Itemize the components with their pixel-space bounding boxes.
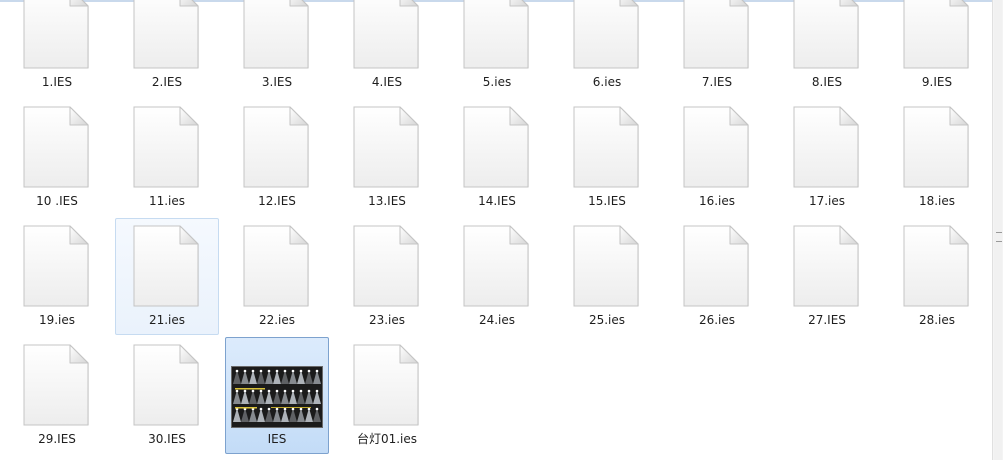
file-name-label: 7.IES — [701, 75, 733, 89]
scrollbar-thumb[interactable] — [994, 0, 1002, 460]
file-item[interactable]: 13.IES — [335, 99, 439, 216]
blank-file-icon — [463, 0, 529, 69]
blank-file-icon — [133, 0, 199, 69]
image-thumbnail-icon — [231, 366, 323, 428]
blank-file-icon — [23, 106, 89, 188]
file-browser-view: 1.IES 2.IES 3.IES 4.IES 5.ies 6.ies 7.IES 8.IES… — [0, 0, 1003, 460]
file-name-label: 24.ies — [478, 313, 516, 327]
file-item[interactable]: 12.IES — [225, 99, 329, 216]
file-item[interactable]: 2.IES — [115, 0, 219, 97]
file-name-label: 25.ies — [588, 313, 626, 327]
file-item[interactable]: 24.ies — [445, 218, 549, 335]
file-name-label: 28.ies — [918, 313, 956, 327]
file-item[interactable]: 16.ies — [665, 99, 769, 216]
file-item[interactable]: IES — [225, 337, 329, 454]
file-name-label: 2.IES — [151, 75, 183, 89]
file-item[interactable]: 17.ies — [775, 99, 879, 216]
file-item[interactable]: 30.IES — [115, 337, 219, 454]
blank-file-icon — [243, 106, 309, 188]
blank-file-icon — [353, 225, 419, 307]
blank-file-icon — [133, 225, 199, 307]
scrollbar-grip-icon — [996, 232, 1002, 242]
blank-file-icon — [573, 106, 639, 188]
blank-file-icon — [463, 106, 529, 188]
blank-file-icon — [463, 225, 529, 307]
file-name-label: 29.IES — [38, 432, 76, 446]
blank-file-icon — [243, 0, 309, 69]
blank-file-icon — [903, 225, 969, 307]
file-item[interactable]: 9.IES — [885, 0, 989, 97]
file-name-label: 10 .IES — [36, 194, 78, 208]
blank-file-icon — [683, 106, 749, 188]
file-name-label: 16.ies — [698, 194, 736, 208]
blank-file-icon — [573, 0, 639, 69]
blank-file-icon — [793, 0, 859, 69]
blank-file-icon — [903, 106, 969, 188]
blank-file-icon — [793, 106, 859, 188]
file-item[interactable]: 6.ies — [555, 0, 659, 97]
file-item[interactable]: 14.IES — [445, 99, 549, 216]
file-name-label: 5.ies — [482, 75, 512, 89]
file-item[interactable]: 8.IES — [775, 0, 879, 97]
file-item[interactable]: 23.ies — [335, 218, 439, 335]
file-item[interactable]: 1.IES — [5, 0, 109, 97]
file-item[interactable]: 台灯01.ies — [335, 337, 439, 454]
file-item[interactable]: 4.IES — [335, 0, 439, 97]
file-name-label: 26.ies — [698, 313, 736, 327]
file-item[interactable]: 22.ies — [225, 218, 329, 335]
file-name-label: 13.IES — [368, 194, 406, 208]
vertical-scrollbar[interactable] — [992, 0, 1003, 460]
file-item[interactable]: 28.ies — [885, 218, 989, 335]
file-name-label: 台灯01.ies — [356, 432, 418, 446]
file-item[interactable]: 29.IES — [5, 337, 109, 454]
blank-file-icon — [683, 225, 749, 307]
file-name-label: 19.ies — [38, 313, 76, 327]
file-item[interactable]: 15.IES — [555, 99, 659, 216]
blank-file-icon — [23, 344, 89, 426]
file-name-label: IES — [267, 432, 287, 446]
file-item[interactable]: 19.ies — [5, 218, 109, 335]
file-name-label: 3.IES — [261, 75, 293, 89]
file-name-label: 11.ies — [148, 194, 186, 208]
file-name-label: 14.IES — [478, 194, 516, 208]
file-name-label: 12.IES — [258, 194, 296, 208]
file-name-label: 27.IES — [808, 313, 846, 327]
blank-file-icon — [353, 344, 419, 426]
blank-file-icon — [683, 0, 749, 69]
file-item[interactable]: 26.ies — [665, 218, 769, 335]
blank-file-icon — [903, 0, 969, 69]
file-item[interactable]: 25.ies — [555, 218, 659, 335]
blank-file-icon — [133, 344, 199, 426]
file-name-label: 15.IES — [588, 194, 626, 208]
file-name-label: 30.IES — [148, 432, 186, 446]
file-name-label: 17.ies — [808, 194, 846, 208]
file-item[interactable]: 10 .IES — [5, 99, 109, 216]
file-name-label: 4.IES — [371, 75, 403, 89]
blank-file-icon — [133, 106, 199, 188]
file-item[interactable]: 7.IES — [665, 0, 769, 97]
file-grid: 1.IES 2.IES 3.IES 4.IES 5.ies 6.ies 7.IES 8.IES… — [0, 0, 990, 460]
file-name-label: 6.ies — [592, 75, 622, 89]
file-item[interactable]: 18.ies — [885, 99, 989, 216]
file-name-label: 22.ies — [258, 313, 296, 327]
file-item[interactable]: 5.ies — [445, 0, 549, 97]
blank-file-icon — [353, 106, 419, 188]
blank-file-icon — [353, 0, 419, 69]
file-name-label: 9.IES — [921, 75, 953, 89]
file-name-label: 23.ies — [368, 313, 406, 327]
blank-file-icon — [573, 225, 639, 307]
file-item[interactable]: 21.ies — [115, 218, 219, 335]
file-name-label: 18.ies — [918, 194, 956, 208]
blank-file-icon — [23, 0, 89, 69]
blank-file-icon — [243, 225, 309, 307]
blank-file-icon — [23, 225, 89, 307]
file-name-label: 21.ies — [148, 313, 186, 327]
file-item[interactable]: 3.IES — [225, 0, 329, 97]
file-item[interactable]: 11.ies — [115, 99, 219, 216]
file-item[interactable]: 27.IES — [775, 218, 879, 335]
blank-file-icon — [793, 225, 859, 307]
file-name-label: 8.IES — [811, 75, 843, 89]
file-name-label: 1.IES — [41, 75, 73, 89]
